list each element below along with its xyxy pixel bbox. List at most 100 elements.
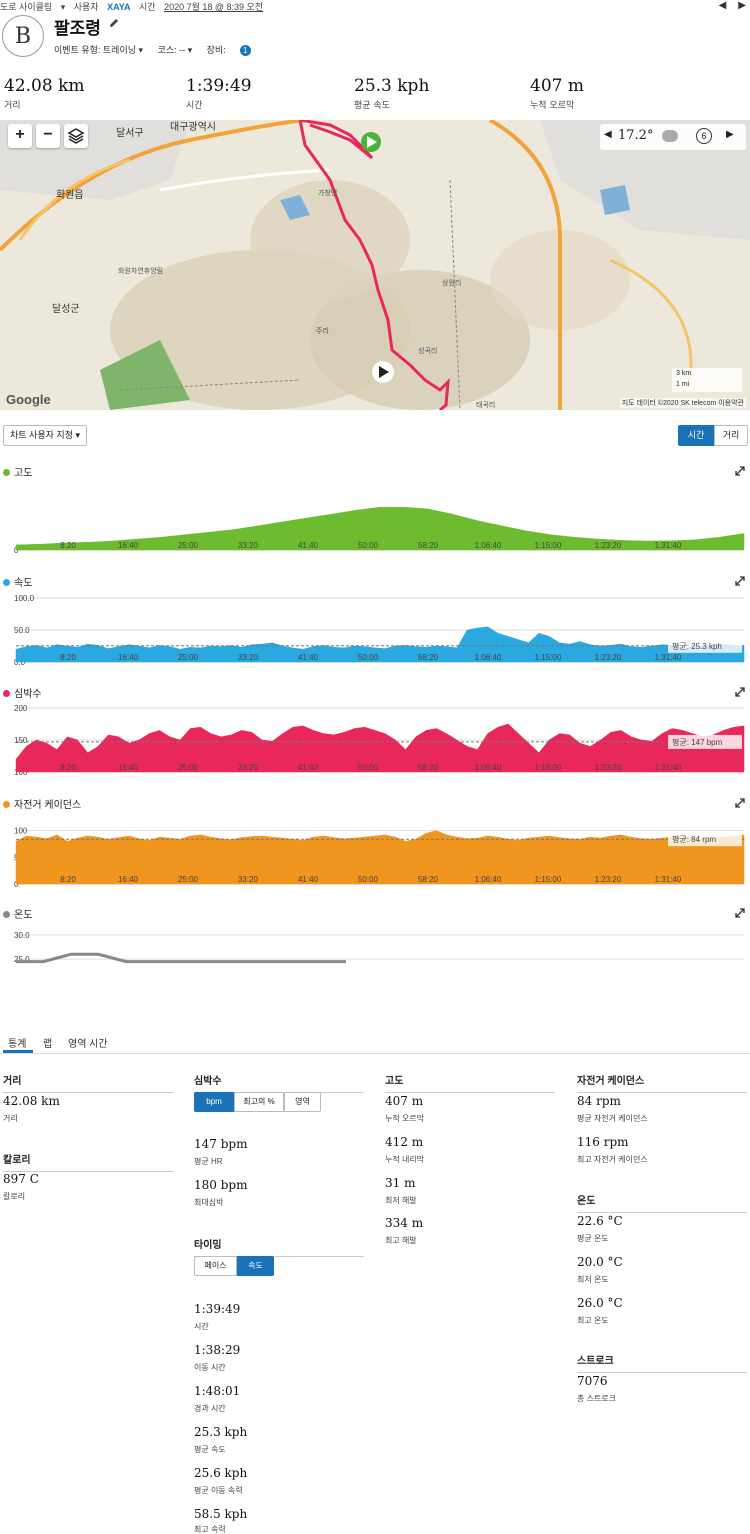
activity-datetime[interactable]: 2020 7월 18 @ 8:39 오전 <box>164 2 263 12</box>
stat-value: 334 m <box>385 1216 424 1230</box>
x-tick-label: 8:20 <box>60 875 76 884</box>
map-label: 화원자연휴양림 <box>118 268 164 275</box>
stat-label: 거리 <box>3 1114 18 1123</box>
layers-button[interactable] <box>64 124 88 148</box>
map-label: 가창면 <box>318 190 338 197</box>
tab-laps[interactable]: 랩 <box>43 1035 52 1050</box>
x-tick-label: 1:15:00 <box>535 875 562 884</box>
summary-label: 누적 오르막 <box>530 101 575 111</box>
course-dropdown[interactable]: 코스: -- ▾ <box>158 45 193 55</box>
gear-selector[interactable]: 장비: 1 <box>206 45 263 56</box>
route-map[interactable]: 대구광역시 달서구 화원읍 달성군 화원자연휴양림 가창면 성곡리 상원리 주리… <box>0 120 750 410</box>
expand-icon[interactable] <box>735 798 745 808</box>
map-label: 주리 <box>316 328 329 335</box>
legend-dot <box>3 911 10 918</box>
tab-stats[interactable]: 통계 <box>8 1035 26 1050</box>
stat-section-heart-rate: 심박수 <box>194 1072 364 1093</box>
stat-value: 58.5 kph <box>194 1507 248 1521</box>
stat-label: 이동 시간 <box>194 1363 226 1372</box>
stat-label: 최고 해발 <box>385 1236 417 1245</box>
stat-value: 20.0 °C <box>577 1255 623 1269</box>
map-credit[interactable]: 지도 데이터 ©2020 SK telecom 이용약관 <box>619 398 746 408</box>
map-scale: 3 km 1 mi <box>672 368 742 392</box>
expand-icon[interactable] <box>735 687 745 697</box>
temperature-chart[interactable]: 25.030.0 <box>0 922 750 972</box>
x-tick-label: 25:00 <box>178 653 199 662</box>
pencil-icon[interactable] <box>108 17 120 29</box>
stat-label: 누적 오르막 <box>385 1114 425 1123</box>
cloud-icon <box>662 130 678 142</box>
x-tick-label: 16:40 <box>118 763 139 772</box>
expand-icon[interactable] <box>735 576 745 586</box>
stat-value: 147 bpm <box>194 1137 248 1151</box>
next-arrow-icon[interactable]: ▶ <box>738 0 746 11</box>
previous-arrow-icon[interactable]: ◀ <box>719 0 727 11</box>
x-tick-label: 1:31:40 <box>655 763 682 772</box>
stat-value: 42.08 km <box>3 1094 60 1108</box>
tab-time-in-zone[interactable]: 영역 시간 <box>68 1035 108 1050</box>
cadence-chart-title: 자전거 케이던스 <box>3 796 81 811</box>
timing-pace-toggle[interactable]: 페이스 <box>194 1256 237 1276</box>
scale-mi: 1 mi <box>676 381 690 388</box>
x-axis-time-toggle[interactable]: 시간 <box>678 425 714 446</box>
cadence-chart[interactable]: 050100평균: 84 rpm8:2016:4025:0033:2041:40… <box>0 812 750 887</box>
wind-speed: 6 <box>696 128 712 144</box>
speed-chart[interactable]: 0.050.0100.0평균: 25.3 kph8:2016:4025:0033… <box>0 590 750 665</box>
x-tick-label: 16:40 <box>118 875 139 884</box>
average-label: 평균: 147 bpm <box>672 737 723 747</box>
legend-dot <box>3 801 10 808</box>
x-tick-label: 8:20 <box>60 541 76 550</box>
expand-icon[interactable] <box>735 908 745 918</box>
x-tick-label: 1:15:00 <box>535 763 562 772</box>
legend-dot <box>3 469 10 476</box>
stat-label: 평균 HR <box>194 1157 223 1166</box>
stat-label: 최대심박 <box>194 1198 224 1207</box>
weather-next-icon[interactable]: ▶ <box>726 129 734 140</box>
gear-count-badge[interactable]: 1 <box>239 45 251 56</box>
stat-value: 407 m <box>385 1094 424 1108</box>
zoom-in-button[interactable]: + <box>8 124 32 148</box>
x-tick-label: 1:06:40 <box>475 763 502 772</box>
weather-prev-icon[interactable]: ◀ <box>604 129 612 140</box>
x-axis-distance-toggle[interactable]: 거리 <box>714 425 748 446</box>
chart-customize-dropdown[interactable]: 차트 사용자 지정 ▾ <box>3 425 87 446</box>
x-tick-label: 1:06:40 <box>475 653 502 662</box>
stat-label: 최저 온도 <box>577 1275 609 1284</box>
legend-dot <box>3 690 10 697</box>
x-tick-label: 1:31:40 <box>655 875 682 884</box>
gear-label: 장비: <box>206 45 226 55</box>
hr-bpm-toggle[interactable]: bpm <box>194 1092 234 1112</box>
stat-value: 1:38:29 <box>194 1343 241 1357</box>
heart-rate-chart-title: 심박수 <box>3 685 42 700</box>
stat-label: 누적 내리막 <box>385 1155 425 1164</box>
stat-label: 최고 자전거 케이던스 <box>577 1155 648 1164</box>
summary-time: 1:39:49 시간 <box>186 76 252 111</box>
heart-rate-chart[interactable]: 100150200평균: 147 bpm8:2016:4025:0033:204… <box>0 700 750 775</box>
avatar[interactable]: B <box>2 15 44 57</box>
activity-type[interactable]: 도로 사이클링 <box>0 2 52 12</box>
activity-meta-line: 도로 사이클링 ▾ 사용자 XAYA 시간 2020 7월 18 @ 8:39 … <box>0 0 750 12</box>
expand-icon[interactable] <box>735 466 745 476</box>
time-label: 시간 <box>138 2 156 12</box>
stat-section-distance: 거리 <box>3 1072 173 1093</box>
hr-percent-max-toggle[interactable]: 최고의 % <box>234 1092 284 1112</box>
x-tick-label: 16:40 <box>118 653 139 662</box>
elevation-chart[interactable]: 08:2016:4025:0033:2041:4050:0058:201:06:… <box>0 478 750 553</box>
event-type-dropdown[interactable]: 이벤트 유형: 트레이닝 ▾ <box>54 45 143 55</box>
zoom-out-button[interactable]: − <box>36 124 60 148</box>
user-link[interactable]: XAYA <box>107 2 130 12</box>
map-label: 대구광역시 <box>170 122 216 133</box>
map-tiles <box>0 120 750 410</box>
stat-value: 116 rpm <box>577 1135 629 1149</box>
stat-value: 25.3 kph <box>194 1425 248 1439</box>
map-label: 달서구 <box>116 128 144 139</box>
hr-zone-toggle[interactable]: 영역 <box>284 1092 321 1112</box>
legend-dot <box>3 579 10 586</box>
x-tick-label: 33:20 <box>238 653 259 662</box>
stat-section-calories: 칼로리 <box>3 1151 173 1172</box>
stats-tabs: 통계 랩 영역 시간 <box>0 1032 750 1054</box>
chevron-down-icon[interactable]: ▾ <box>61 2 66 12</box>
stat-label: 최고 속력 <box>194 1525 226 1534</box>
x-tick-label: 41:40 <box>298 541 319 550</box>
timing-speed-toggle[interactable]: 속도 <box>237 1256 274 1276</box>
